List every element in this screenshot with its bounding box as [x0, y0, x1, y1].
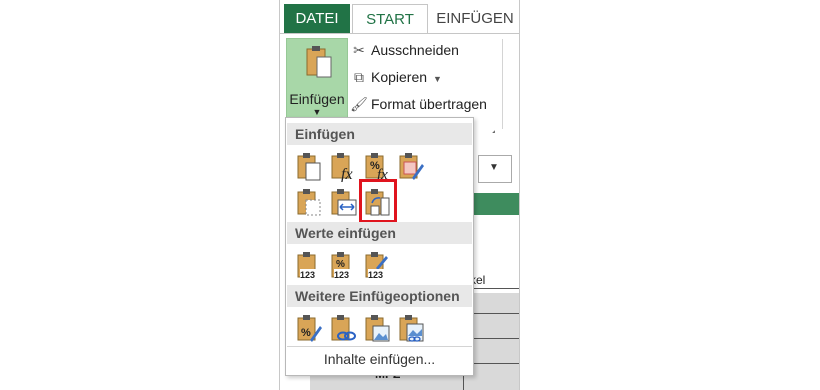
paste-picture-icon[interactable] — [362, 312, 392, 344]
section-header-paste: Einfügen — [287, 123, 472, 145]
paste-button[interactable]: Einfügen ▼ — [286, 38, 348, 122]
paste-icon[interactable] — [294, 150, 324, 182]
svg-text:%: % — [336, 259, 345, 270]
tab-insert[interactable]: EINFÜGEN — [430, 4, 519, 33]
tab-start[interactable]: START — [352, 4, 428, 34]
svg-text:fx: fx — [341, 166, 353, 182]
paste-formulas-icon[interactable]: fx — [328, 150, 358, 182]
column-header-band — [468, 193, 519, 215]
brush-icon: 🖌 — [350, 96, 368, 112]
copy-button[interactable]: ⧉ Kopieren ▼ — [350, 67, 442, 87]
paste-options-menu: Einfügen fx % fx Werte einfügen 123 % 12… — [285, 117, 474, 376]
format-painter-button[interactable]: 🖌 Format übertragen — [350, 94, 487, 114]
highlight-box — [359, 179, 397, 223]
svg-text:%: % — [301, 327, 311, 339]
copy-icon: ⧉ — [354, 69, 364, 85]
section-header-other: Weitere Einfügeoptionen — [287, 285, 472, 307]
svg-text:123: 123 — [368, 270, 383, 280]
chevron-down-icon: ▼ — [433, 74, 442, 84]
values-source-formatting-icon[interactable]: 123 — [362, 249, 392, 281]
paste-formulas-number-format-icon[interactable]: % fx — [362, 150, 392, 182]
chevron-down-icon: ▼ — [489, 162, 499, 173]
cut-button[interactable]: ✂ Ausschneiden — [350, 40, 459, 60]
menu-separator — [287, 346, 472, 347]
copy-label: Kopieren — [371, 69, 428, 85]
paste-button-label: Einfügen — [289, 91, 345, 107]
keep-source-formatting-icon[interactable] — [396, 150, 426, 182]
tab-file[interactable]: DATEI — [284, 4, 350, 33]
svg-text:123: 123 — [300, 270, 315, 280]
combo-box[interactable]: ▼ — [478, 155, 512, 183]
no-borders-icon[interactable] — [294, 186, 324, 218]
ribbon-separator — [502, 39, 503, 129]
chevron-down-icon: ▼ — [312, 107, 322, 117]
svg-text:123: 123 — [334, 270, 349, 280]
clipboard-icon — [306, 46, 332, 78]
excel-window: DATEI START EINFÜGEN Einfügen ▼ ✂ Ausschn… — [279, 0, 520, 390]
section-header-values: Werte einfügen — [287, 222, 472, 244]
paste-formatting-icon[interactable]: % — [294, 312, 324, 344]
cut-label: Ausschneiden — [371, 42, 459, 58]
paste-values-icon[interactable]: 123 — [294, 249, 324, 281]
paste-link-icon[interactable] — [328, 312, 358, 344]
keep-column-widths-icon[interactable] — [328, 186, 358, 218]
values-number-format-icon[interactable]: % 123 — [328, 249, 358, 281]
format-painter-label: Format übertragen — [371, 96, 487, 112]
scissors-icon: ✂ — [353, 42, 365, 58]
ribbon-tabbar: DATEI START EINFÜGEN — [280, 0, 519, 34]
linked-picture-icon[interactable] — [396, 312, 426, 344]
paste-special-link[interactable]: Inhalte einfügen... — [286, 351, 473, 367]
